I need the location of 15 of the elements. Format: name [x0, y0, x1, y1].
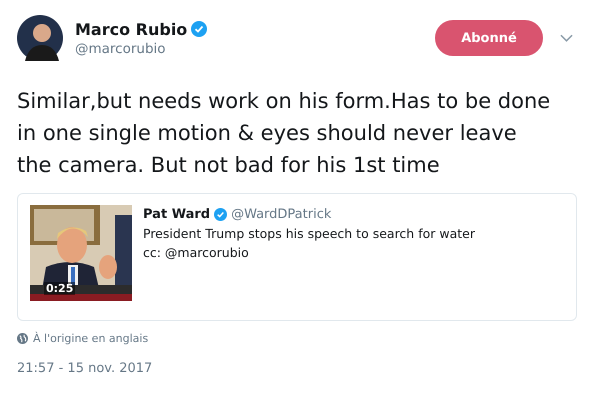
author-handle[interactable]: @marcorubio: [75, 40, 435, 56]
video-duration: 0:25: [44, 282, 76, 295]
timestamp[interactable]: 21:57 - 15 nov. 2017: [17, 361, 577, 376]
tweet-text: Similar,but needs work on his form.Has to be done in one single motion & eyes should never leave the camera. But not bad for his 1st time: [17, 88, 552, 179]
translation-note: À l'origine en anglais: [33, 332, 148, 345]
quoted-tweet-text: cc: @marcorubio: [143, 244, 250, 262]
quoted-author-name: Pat Ward: [143, 207, 210, 222]
quoted-tweet-card[interactable]: 0:25 Pat Ward @WardDPatrick President Trump stops his speech to search for water cc: @marcorubio: [17, 193, 577, 321]
author-name[interactable]: Marco Rubio: [75, 20, 188, 38]
avatar[interactable]: [17, 15, 63, 61]
caret-icon[interactable]: [560, 34, 573, 42]
quoted-tweet-text: President Trump stops his speech to search for water: [143, 225, 475, 243]
quoted-author-handle: @WardDPatrick: [231, 207, 332, 222]
following-button[interactable]: Abonné: [435, 20, 543, 56]
globe-icon: [17, 333, 28, 344]
